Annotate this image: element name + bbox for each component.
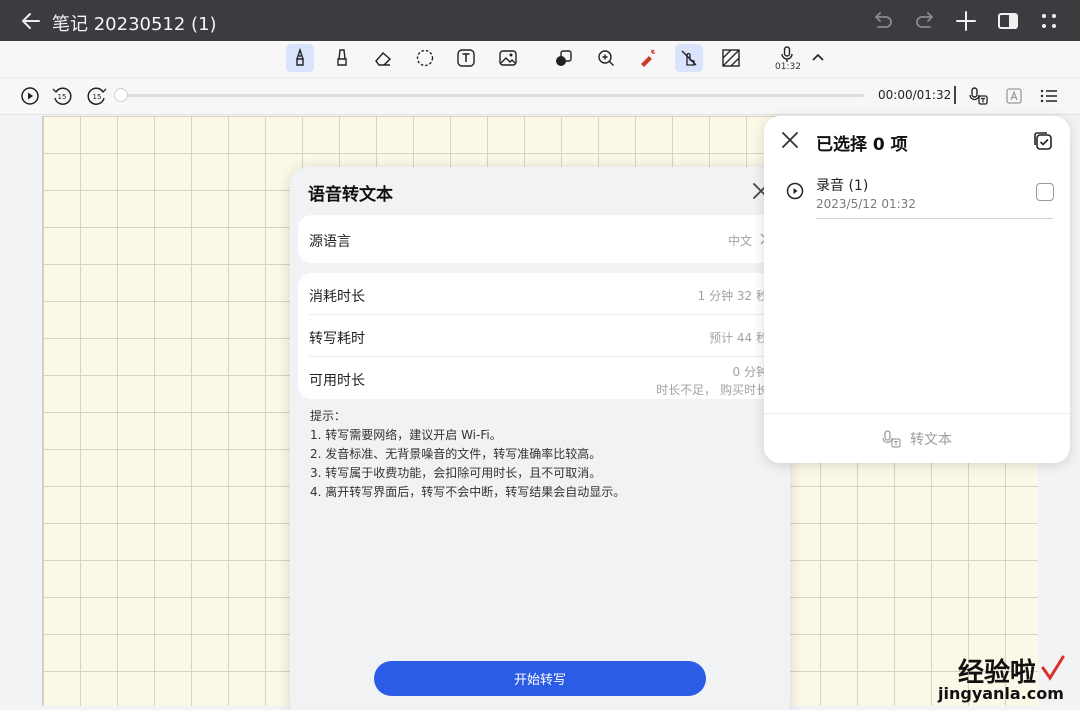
pattern-icon[interactable] [717,44,745,72]
speech-to-text-icon [882,430,901,448]
redo-icon[interactable] [912,8,938,34]
insufficient-text: 时长不足， [656,383,717,397]
title-bar: 笔记 20230512 (1) [0,0,1080,41]
transcribe-label: 转写耗时 [309,331,365,347]
transcribe-row: 转写耗时 预计 44 秒 [298,315,780,357]
tip-item: 2. 发音标准、无背景噪音的文件，转写准确率比较高。 [310,447,602,461]
drawing-toolbar: 01:32 [0,41,1080,77]
source-language-label: 源语言 [309,234,351,250]
lasso-icon[interactable] [411,44,439,72]
divider [816,218,1053,219]
recording-checkbox[interactable] [1036,183,1054,201]
select-all-icon[interactable] [1032,130,1054,152]
consumed-value: 1 分钟 32 秒 [697,289,768,303]
available-label: 可用时长 [309,373,365,389]
checkmark-icon [1040,654,1066,686]
pen-icon[interactable] [286,44,314,72]
list-icon[interactable] [1038,85,1060,107]
source-language-card[interactable]: 源语言 中文 [298,215,780,263]
eraser-icon[interactable] [369,44,397,72]
forward-seconds: 15 [93,93,102,101]
mic-duration: 01:32 [775,62,801,72]
tips-block: 提示： 1. 转写需要网络，建议开启 Wi-Fi。 2. 发音标准、无背景噪音的… [310,407,625,502]
zoom-icon[interactable] [592,44,620,72]
divider [954,86,956,104]
close-icon[interactable] [780,130,800,150]
consumed-row: 消耗时长 1 分钟 32 秒 [298,273,780,315]
play-icon[interactable] [19,85,41,107]
back-arrow-icon[interactable] [18,8,44,34]
insufficient-note: 时长不足， 购买时长 [656,381,768,398]
recording-select-panel: 已选择 0 项 录音 (1) 2023/5/12 01:32 转文本 [764,116,1070,463]
start-transcribe-button[interactable]: 开始转写 [374,661,706,696]
chevron-up-icon[interactable] [804,44,832,72]
convert-to-text-button[interactable]: 转文本 [882,429,952,449]
tips-title: 提示： [310,409,347,423]
progress-knob[interactable] [114,88,128,102]
progress-track[interactable] [120,94,864,97]
playback-bar: 15 15 00:00/01:32 [0,77,1080,115]
divider [764,413,1070,414]
dialog-title: 语音转文本 [308,185,393,205]
touch-write-icon[interactable] [675,44,703,72]
undo-icon[interactable] [870,8,896,34]
text-box-icon[interactable] [452,44,480,72]
speech-to-text-dialog: 语音转文本 源语言 中文 消耗时长 1 分钟 32 秒 转写耗时 预计 44 秒… [290,167,790,710]
source-language-value: 中文 [727,234,752,248]
speech-to-text-icon[interactable] [968,85,990,107]
watermark-url: jingyanla.com [938,684,1064,703]
available-value: 0 分钟 [732,365,768,379]
marker-icon[interactable] [328,44,356,72]
duration-card: 消耗时长 1 分钟 32 秒 转写耗时 预计 44 秒 可用时长 0 分钟 时长… [298,273,780,399]
buy-duration-link[interactable]: 购买时长 [720,383,768,397]
recording-name[interactable]: 录音 (1) [816,175,868,195]
tip-item: 3. 转写属于收费功能，会扣除可用时长，且不可取消。 [310,466,602,480]
transcribe-value: 预计 44 秒 [709,331,768,345]
selection-count-title: 已选择 0 项 [816,135,908,155]
image-icon[interactable] [494,44,522,72]
available-row: 可用时长 0 分钟 时长不足， 购买时长 [298,357,780,399]
tip-item: 1. 转写需要网络，建议开启 Wi-Fi。 [310,428,502,442]
forward-15-icon[interactable]: 15 [86,85,108,107]
playback-time: 00:00/01:32 [878,88,952,102]
play-recording-icon[interactable] [786,182,804,200]
tip-item: 4. 离开转写界面后，转写不会中断，转写结果会自动显示。 [310,485,626,499]
more-icon[interactable] [1036,8,1062,34]
split-view-icon[interactable] [995,8,1021,34]
consumed-label: 消耗时长 [309,289,365,305]
note-title: 笔记 20230512 (1) [52,14,217,35]
shape-icon[interactable] [550,44,578,72]
convert-label: 转文本 [910,432,952,448]
text-format-icon[interactable] [1003,85,1025,107]
recording-date: 2023/5/12 01:32 [816,197,916,211]
laser-pointer-icon[interactable] [633,44,661,72]
rewind-seconds: 15 [58,93,67,101]
plus-icon[interactable] [953,8,979,34]
rewind-15-icon[interactable]: 15 [51,85,73,107]
watermark-logo: 经验啦 jingyanla.com [900,652,1070,708]
